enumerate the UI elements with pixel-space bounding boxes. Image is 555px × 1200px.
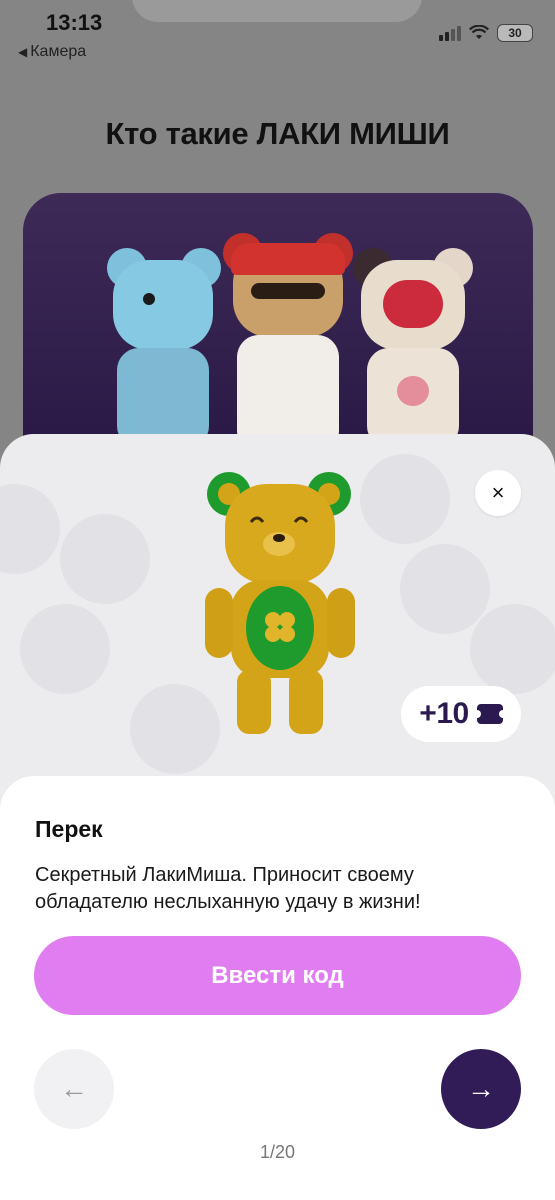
points-badge: +10 — [401, 686, 521, 742]
battery-indicator: 30 — [497, 24, 533, 42]
enter-code-button[interactable]: Ввести код — [34, 936, 521, 1015]
close-icon: × — [491, 480, 505, 505]
clover-pattern-shape — [20, 604, 110, 694]
back-triangle-icon: ◀ — [18, 45, 28, 59]
item-description: Секретный ЛакиМиша. Приносит своему обла… — [35, 864, 421, 913]
status-time: 13:13 — [46, 10, 103, 35]
page-indicator: 1/20 — [259, 1142, 296, 1162]
background-heading: Кто такие ЛАКИ МИШИ — [105, 116, 450, 151]
ticket-icon — [472, 704, 507, 724]
cap-bear-figure — [223, 233, 353, 453]
clover-pattern-shape — [470, 604, 555, 694]
status-indicators: 30 — [439, 24, 533, 42]
arrow-right-icon: → — [467, 1073, 495, 1104]
previous-button[interactable]: ← — [34, 1049, 114, 1129]
clover-pattern-shape — [60, 514, 150, 604]
item-detail-sheet: Перек Секретный ЛакиМиша. Приносит своем… — [0, 776, 555, 1200]
item-title: Перек — [35, 816, 103, 842]
close-button[interactable]: × — [475, 470, 521, 516]
item-image-panel: × +10 — [0, 434, 555, 814]
golden-bear-image — [205, 472, 355, 734]
points-value: +10 — [419, 697, 469, 730]
back-label-text: Камера — [30, 43, 87, 60]
heart-bear-figure — [353, 248, 473, 448]
background-top-pill — [132, 0, 422, 22]
blue-bear-figure — [103, 248, 223, 448]
back-to-camera-link[interactable]: ◀ Камера — [18, 43, 86, 61]
clover-pattern-shape — [400, 544, 490, 634]
wifi-icon — [469, 25, 489, 39]
next-button[interactable]: → — [441, 1049, 521, 1129]
clover-pattern-shape — [0, 484, 60, 574]
cellular-signal-icon — [439, 25, 461, 41]
clover-pattern-shape — [360, 454, 450, 544]
arrow-left-icon: ← — [60, 1073, 88, 1104]
